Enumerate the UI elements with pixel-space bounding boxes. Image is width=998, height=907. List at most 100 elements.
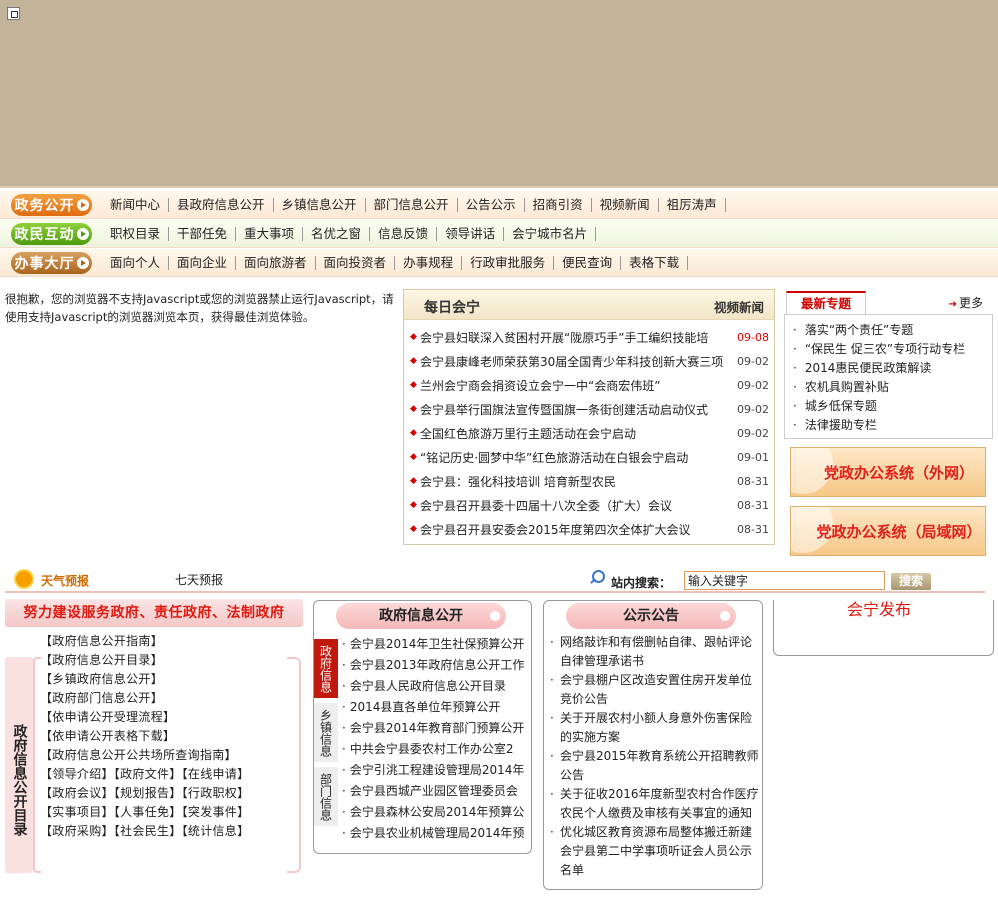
catalog-item[interactable]: 【政府部门信息公开】: [40, 689, 285, 708]
catalog-item[interactable]: 【政府会议】【规划报告】【行政职权】: [40, 784, 285, 803]
news-title[interactable]: 每日会宁: [424, 297, 480, 317]
special-topic-item[interactable]: 2014惠民便民政策解读: [793, 359, 992, 378]
header-banner: [0, 0, 998, 188]
news-item[interactable]: ◆ 兰州会宁商会捐资设立会宁一中“会商宏伟班” 09-02: [404, 373, 774, 397]
bullet-icon: ◆: [410, 332, 417, 342]
nav-link[interactable]: 行政审批服务: [462, 255, 555, 270]
bullet-icon: ◆: [410, 452, 417, 462]
weather-forecast-link[interactable]: 天气预报: [41, 572, 89, 589]
nav-badge-service-hall[interactable]: 办事大厅: [11, 251, 92, 274]
info-item[interactable]: 会宁县农业机械管理局2014年预: [342, 823, 530, 844]
huining-release-title[interactable]: 会宁发布: [847, 596, 911, 620]
catalog-item[interactable]: 【政府信息公开指南】: [40, 632, 285, 651]
nav-link[interactable]: 公告公示: [458, 197, 525, 212]
nav-link[interactable]: 干部任免: [169, 226, 237, 241]
catalog-item[interactable]: 【政府信息公开目录】: [40, 651, 285, 670]
noscript-message: 很抱歉，您的浏览器不支持Javascript或您的浏览器禁止运行Javascri…: [5, 292, 394, 324]
catalog-item[interactable]: 【实事项目】【人事任免】【突发事件】: [40, 803, 285, 822]
catalog-item[interactable]: 【政府采购】【社会民生】【统计信息】: [40, 822, 285, 841]
seven-day-forecast-link[interactable]: 七天预报: [175, 571, 223, 588]
news-item[interactable]: ◆ 会宁县康峰老师荣获第30届全国青少年科技创新大赛三项 09-02: [404, 349, 774, 373]
nav-badge-gov-affairs[interactable]: 政务公开: [11, 193, 92, 216]
catalog-item[interactable]: 【领导介绍】【政府文件】【在线申请】: [40, 765, 285, 784]
public-notice-title[interactable]: 公示公告: [566, 603, 736, 629]
nav-link[interactable]: 办事规程: [395, 255, 463, 270]
nav-link[interactable]: 新闻中心: [110, 197, 170, 212]
info-item[interactable]: 会宁县人民政府信息公开目录: [342, 676, 530, 697]
tab-township-info[interactable]: 乡镇信息: [314, 703, 338, 762]
info-item[interactable]: 会宁县2013年政府信息公开工作: [342, 655, 530, 676]
catalog-bracket-right: [287, 657, 301, 873]
nav-link[interactable]: 会宁城市名片: [504, 226, 597, 241]
special-topic-item[interactable]: 农机具购置补贴: [793, 378, 992, 397]
more-link[interactable]: ➔ 更多: [949, 294, 983, 311]
news-item[interactable]: ◆ 全国红色旅游万里行主题活动在会宁启动 09-02: [404, 421, 774, 445]
nav-links-gov-affairs: 新闻中心 县政府信息公开 乡镇信息公开 部门信息公开 公告公示 招商引资 视频新…: [110, 197, 726, 212]
nav-link[interactable]: 县政府信息公开: [169, 197, 274, 212]
news-item[interactable]: ◆ 会宁县：强化科技培训 培育新型农民 08-31: [404, 469, 774, 493]
arrow-icon: [77, 256, 89, 269]
special-topics-tab[interactable]: 最新专题: [786, 291, 866, 315]
special-topic-item[interactable]: 城乡低保专题: [793, 397, 992, 416]
catalog-label: 政府信息公开目录: [5, 657, 33, 873]
nav-link[interactable]: 面向投资者: [316, 255, 396, 270]
nav-link[interactable]: 面向个人: [110, 255, 170, 270]
nav-link[interactable]: 视频新闻: [592, 197, 659, 212]
nav-link[interactable]: 职权目录: [110, 226, 170, 241]
nav-link[interactable]: 领导讲话: [437, 226, 505, 241]
nav-link[interactable]: 重大事项: [236, 226, 304, 241]
nav-link[interactable]: 面向旅游者: [236, 255, 316, 270]
catalog-item[interactable]: 【依申请公开受理流程】: [40, 708, 285, 727]
video-news-link[interactable]: 视频新闻: [714, 297, 764, 316]
info-item[interactable]: 中共会宁县委农村工作办公室2: [342, 739, 530, 760]
nav-link[interactable]: 表格下载: [621, 255, 689, 270]
public-notice-panel: 公示公告 网络敲诈和有偿删帖自律、跟帖评论自律管理承诺书 会宁县棚户区改造安置住…: [543, 600, 763, 890]
weather-search-bar: 天气预报 七天预报 站内搜索： 搜索: [5, 567, 985, 593]
nav-row-gov-affairs: 政务公开 新闻中心 县政府信息公开 乡镇信息公开 部门信息公开 公告公示 招商引…: [0, 191, 998, 219]
nav-link[interactable]: 名优之窗: [303, 226, 371, 241]
news-item[interactable]: ◆ 会宁县召开县安委会2015年度第四次全体扩大会议 08-31: [404, 517, 774, 541]
nav-link[interactable]: 便民查询: [554, 255, 622, 270]
news-item[interactable]: ◆ 会宁县召开县委十四届十八次全委（扩大）会议 08-31: [404, 493, 774, 517]
bullet-icon: ◆: [410, 476, 417, 486]
info-item[interactable]: 会宁县2014年卫生社保预算公开: [342, 634, 530, 655]
search-input[interactable]: [684, 571, 885, 590]
special-topic-item[interactable]: 法律援助专栏: [793, 416, 992, 435]
search-button[interactable]: 搜索: [891, 573, 931, 590]
special-topics-box: 最新专题 ➔更多 落实“两个责任”专题 “保民生 促三农”专项行动专栏 2014…: [784, 289, 993, 439]
catalog-item[interactable]: 【乡镇政府信息公开】: [40, 670, 285, 689]
info-item[interactable]: 2014县直各单位年预算公开: [342, 697, 530, 718]
nav-link[interactable]: 面向企业: [169, 255, 237, 270]
bullet-icon: ◆: [410, 404, 417, 414]
nav-badge-interaction[interactable]: 政民互动: [11, 222, 92, 245]
nav-link[interactable]: 招商引资: [525, 197, 592, 212]
catalog-item[interactable]: 【政府信息公开公共场所查询指南】: [40, 746, 285, 765]
info-disclosure-title[interactable]: 政府信息公开: [336, 603, 506, 629]
notice-item[interactable]: 网络敲诈和有偿删帖自律、跟帖评论自律管理承诺书: [550, 633, 760, 671]
nav-link[interactable]: 祖厉涛声: [659, 197, 726, 212]
notice-item[interactable]: 关于开展农村小额人身意外伤害保险的实施方案: [550, 709, 760, 747]
nav-link[interactable]: 部门信息公开: [366, 197, 458, 212]
news-item[interactable]: ◆ 会宁县举行国旗法宣传暨国旗一条街创建活动启动仪式 09-02: [404, 397, 774, 421]
nav-link[interactable]: 信息反馈: [370, 226, 438, 241]
info-item[interactable]: 会宁县2014年教育部门预算公开: [342, 718, 530, 739]
info-item[interactable]: 会宁县森林公安局2014年预算公: [342, 802, 530, 823]
nav-link[interactable]: 乡镇信息公开: [274, 197, 366, 212]
nav-links-interaction: 职权目录 干部任免 重大事项 名优之窗 信息反馈 领导讲话 会宁城市名片: [110, 226, 597, 241]
tab-department-info[interactable]: 部门信息: [314, 767, 338, 826]
tab-government-info[interactable]: 政府信息: [314, 639, 338, 698]
special-topic-item[interactable]: “保民生 促三农”专项行动专栏: [793, 340, 992, 359]
notice-item[interactable]: 关于征收2016年度新型农村合作医疗农民个人缴费及审核有关事宜的通知: [550, 785, 760, 823]
news-item[interactable]: ◆ 会宁县妇联深入贫困村开展“陇原巧手”手工编织技能培 09-08: [404, 325, 774, 349]
info-item[interactable]: 会宁县西城产业园区管理委员会: [342, 781, 530, 802]
news-item[interactable]: ◆ “铭记历史·圆梦中华”红色旅游活动在白银会宁启动 09-01: [404, 445, 774, 469]
notice-item[interactable]: 会宁县2015年教育系统公开招聘教师公告: [550, 747, 760, 785]
special-topic-item[interactable]: 落实“两个责任”专题: [793, 321, 992, 340]
notice-item[interactable]: 会宁县棚户区改造安置住房开发单位竞价公告: [550, 671, 760, 709]
office-system-extranet-button[interactable]: 党政办公系统（外网）: [790, 447, 986, 497]
notice-item[interactable]: 优化城区教育资源布局整体搬迁新建会宁县第二中学事项听证会人员公示名单: [550, 823, 760, 880]
info-item[interactable]: 会宁引洮工程建设管理局2014年: [342, 760, 530, 781]
office-system-intranet-button[interactable]: 党政办公系统（局域网）: [790, 506, 986, 556]
catalog-item[interactable]: 【依申请公开表格下载】: [40, 727, 285, 746]
arrow-icon: [77, 198, 89, 211]
